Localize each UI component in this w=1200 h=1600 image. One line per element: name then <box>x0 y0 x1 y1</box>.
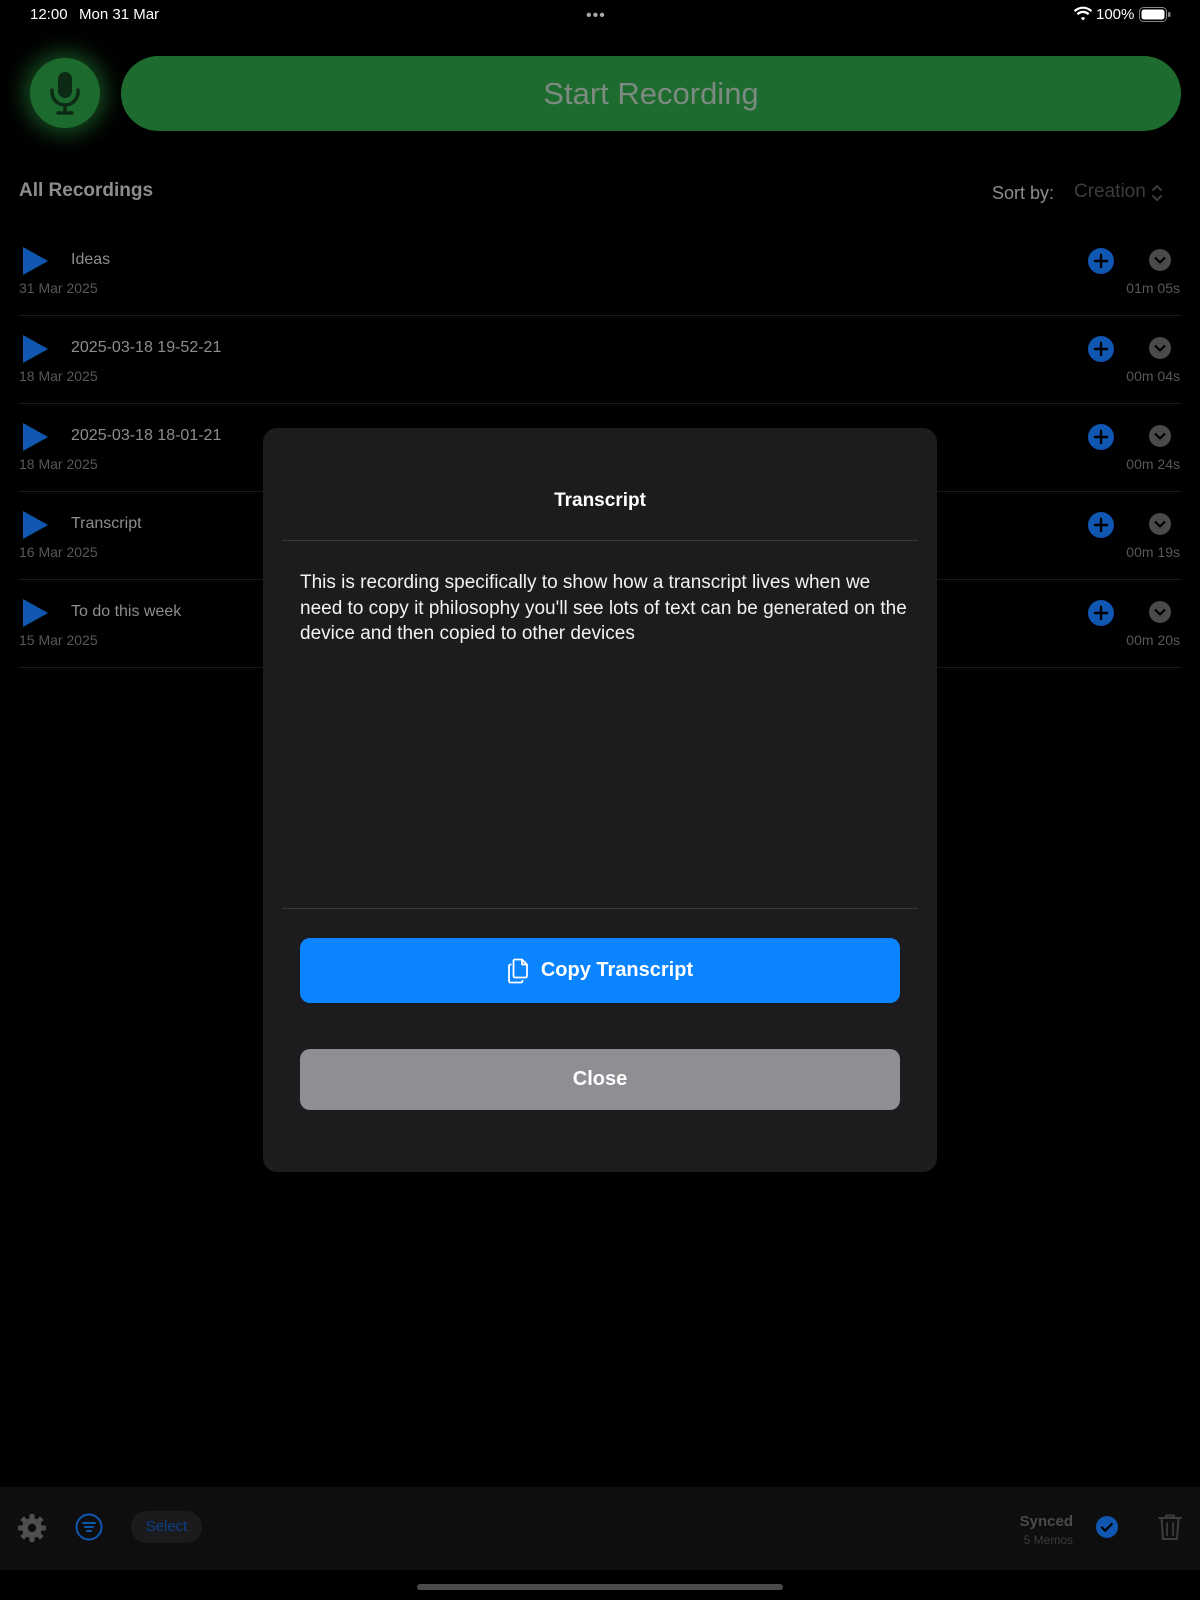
start-recording-button[interactable]: Start Recording <box>121 56 1181 131</box>
recording-row[interactable]: 2025-03-18 19-52-21 18 Mar 2025 00m 04s <box>0 316 1200 404</box>
plus-circle-icon[interactable] <box>1088 248 1114 274</box>
recording-duration: 00m 04s <box>1126 368 1180 384</box>
recording-title: To do this week <box>71 603 182 620</box>
recording-row[interactable]: Ideas 31 Mar 2025 01m 05s <box>0 228 1200 316</box>
recording-duration: 00m 19s <box>1126 544 1180 560</box>
battery-icon <box>1139 7 1171 22</box>
recording-duration: 00m 20s <box>1126 632 1180 648</box>
filter-icon[interactable] <box>75 1513 103 1541</box>
status-time: 12:00 <box>30 6 68 23</box>
play-icon[interactable] <box>21 510 49 540</box>
transcript-modal: Transcript This is recording specificall… <box>263 428 937 1172</box>
play-icon[interactable] <box>21 246 49 276</box>
modal-divider <box>282 908 918 909</box>
trash-icon[interactable] <box>1157 1513 1183 1541</box>
modal-divider <box>282 540 918 541</box>
plus-circle-icon[interactable] <box>1088 336 1114 362</box>
chevron-down-circle-icon[interactable] <box>1149 425 1171 447</box>
plus-circle-icon[interactable] <box>1088 424 1114 450</box>
copy-transcript-label: Copy Transcript <box>540 959 694 981</box>
gear-icon[interactable] <box>17 1513 47 1543</box>
chevron-down-circle-icon[interactable] <box>1149 249 1171 271</box>
mic-button[interactable] <box>30 58 100 128</box>
close-button[interactable]: Close <box>300 1049 900 1110</box>
copy-document-icon <box>507 958 528 983</box>
play-icon[interactable] <box>21 422 49 452</box>
sync-count: 5 Memos <box>1023 1533 1073 1547</box>
chevron-down-circle-icon[interactable] <box>1149 601 1171 623</box>
recording-title: 2025-03-18 19-52-21 <box>71 339 222 356</box>
recording-duration: 01m 05s <box>1126 280 1180 296</box>
home-indicator[interactable] <box>417 1584 783 1590</box>
recording-date: 18 Mar 2025 <box>19 456 98 472</box>
play-icon[interactable] <box>21 334 49 364</box>
sync-status: Synced <box>1019 1513 1073 1530</box>
status-bar: 12:00 Mon 31 Mar ••• 100% <box>0 0 1200 30</box>
transcript-text[interactable]: This is recording specifically to show h… <box>300 570 910 647</box>
recording-duration: 00m 24s <box>1126 456 1180 472</box>
sort-label: Sort by: <box>992 183 1055 203</box>
status-date: Mon 31 Mar <box>79 6 160 23</box>
wifi-icon <box>1073 6 1093 21</box>
battery-percent: 100% <box>1096 6 1135 23</box>
microphone-icon <box>50 72 80 115</box>
bottom-toolbar: Select Synced 5 Memos <box>0 1487 1200 1570</box>
chevron-down-circle-icon[interactable] <box>1149 337 1171 359</box>
recording-date: 16 Mar 2025 <box>19 544 98 560</box>
plus-circle-icon[interactable] <box>1088 512 1114 538</box>
modal-title: Transcript <box>554 490 646 511</box>
play-icon[interactable] <box>21 598 49 628</box>
multitasking-dots-icon[interactable]: ••• <box>586 7 606 25</box>
chevron-up-down-icon[interactable] <box>1150 183 1164 203</box>
sort-dropdown[interactable]: Creation <box>1074 181 1146 203</box>
recording-title: Transcript <box>71 515 142 532</box>
recording-title: Ideas <box>71 251 111 268</box>
recording-title: 2025-03-18 18-01-21 <box>71 427 222 444</box>
copy-transcript-button[interactable]: Copy Transcript <box>300 938 900 1003</box>
recording-date: 31 Mar 2025 <box>19 280 98 296</box>
plus-circle-icon[interactable] <box>1088 600 1114 626</box>
recording-date: 18 Mar 2025 <box>19 368 98 384</box>
recording-date: 15 Mar 2025 <box>19 632 98 648</box>
app-screen: 12:00 Mon 31 Mar ••• 100% Start Recordin… <box>0 0 1200 1600</box>
select-button[interactable]: Select <box>131 1511 202 1543</box>
checkmark-circle-icon <box>1096 1516 1118 1538</box>
chevron-down-circle-icon[interactable] <box>1149 513 1171 535</box>
section-title: All Recordings <box>19 180 154 201</box>
